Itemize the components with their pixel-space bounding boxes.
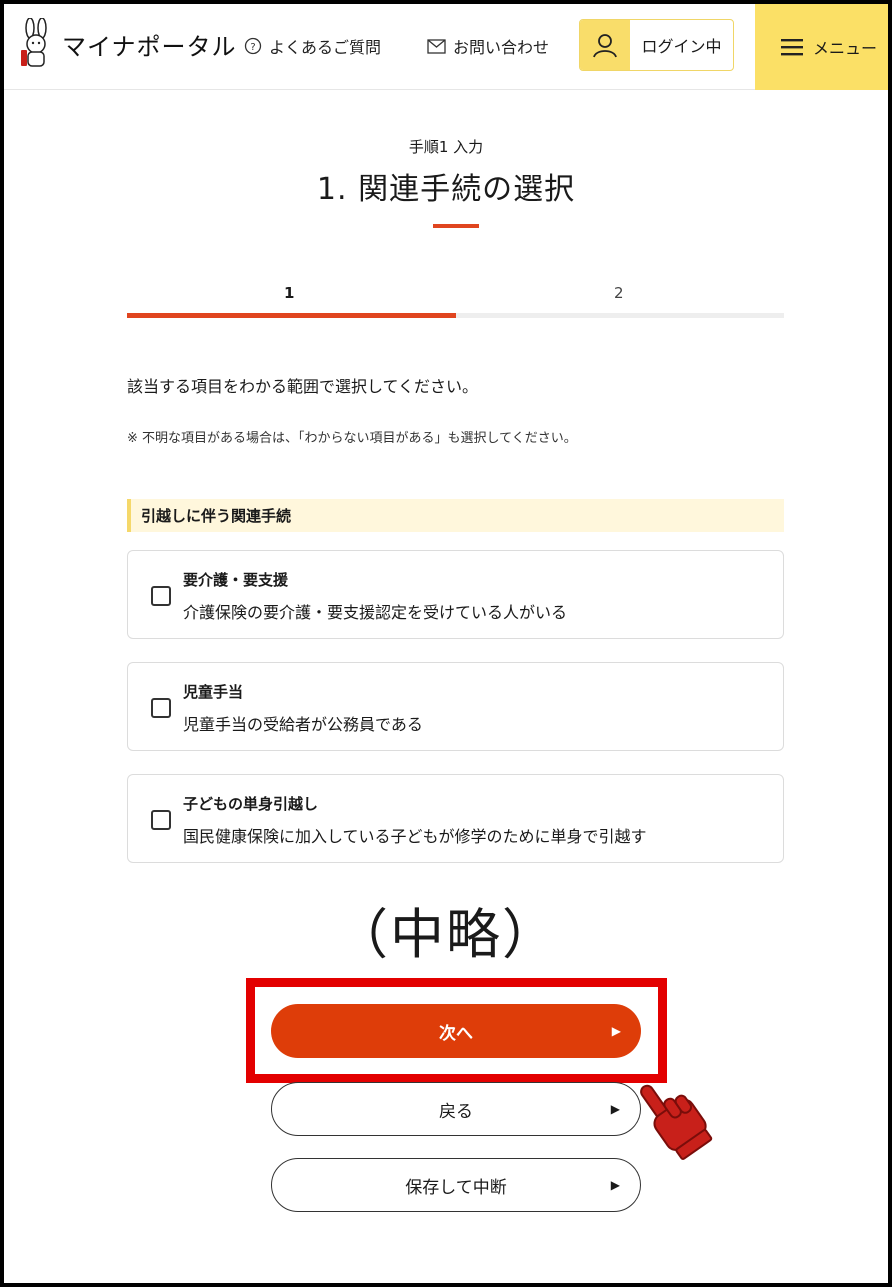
option-card-child-allowance[interactable]: 児童手当 児童手当の受給者が公務員である bbox=[127, 662, 784, 751]
login-label: ログイン中 bbox=[641, 37, 722, 56]
option-description: 介護保険の要介護・要支援認定を受けている人がいる bbox=[183, 603, 568, 622]
option-title: 子どもの単身引越し bbox=[183, 795, 319, 813]
user-icon-area bbox=[580, 20, 630, 70]
logo-text: マイナポータル bbox=[62, 32, 237, 61]
option-description: 国民健康保険に加入している子どもが修学のために単身で引越す bbox=[183, 827, 647, 846]
title-underline bbox=[433, 224, 479, 228]
triangle-right-icon: ▶ bbox=[610, 1102, 620, 1116]
option-card-care[interactable]: 要介護・要支援 介護保険の要介護・要支援認定を受けている人がいる bbox=[127, 550, 784, 639]
triangle-right-icon: ▶ bbox=[610, 1178, 620, 1192]
hamburger-icon bbox=[781, 39, 803, 56]
save-label: 保存して中断 bbox=[405, 1177, 507, 1198]
contact-link[interactable]: お問い合わせ bbox=[427, 34, 549, 58]
option-title: 要介護・要支援 bbox=[183, 571, 289, 589]
menu-button[interactable]: メニュー bbox=[755, 4, 888, 90]
step-indicator-1: 1 bbox=[284, 284, 295, 302]
checkbox[interactable] bbox=[151, 698, 171, 718]
step-indicator-2: 2 bbox=[614, 284, 624, 302]
back-label: 戻る bbox=[439, 1101, 473, 1122]
step-caption: 手順1 入力 bbox=[408, 138, 484, 156]
progress-track bbox=[127, 313, 784, 318]
svg-text:?: ? bbox=[250, 42, 255, 53]
section-heading: 引越しに伴う関連手続 bbox=[127, 499, 784, 532]
menu-label: メニュー bbox=[813, 39, 878, 58]
omitted-label: （中略） bbox=[334, 903, 558, 966]
progress-fill bbox=[127, 313, 456, 318]
checkbox[interactable] bbox=[151, 810, 171, 830]
mascot-rabbit-icon bbox=[21, 18, 47, 67]
page-title: 1. 関連手続の選択 bbox=[316, 172, 576, 207]
note-text: ※ 不明な項目がある場合は、「わからない項目がある」も選択してください。 bbox=[127, 431, 577, 446]
back-button[interactable]: 戻る ▶ bbox=[271, 1082, 641, 1136]
checkbox[interactable] bbox=[151, 586, 171, 606]
faq-link[interactable]: ? よくあるご質問 bbox=[244, 34, 381, 58]
login-status-button[interactable]: ログイン中 bbox=[579, 19, 734, 71]
mail-icon bbox=[427, 38, 446, 54]
option-card-child-move[interactable]: 子どもの単身引越し 国民健康保険に加入している子どもが修学のために単身で引越す bbox=[127, 774, 784, 863]
save-suspend-button[interactable]: 保存して中断 ▶ bbox=[271, 1158, 641, 1212]
question-circle-icon: ? bbox=[244, 37, 262, 55]
intro-text: 該当する項目をわかる範囲で選択してください。 bbox=[127, 377, 479, 396]
site-logo[interactable]: マイナポータル bbox=[18, 18, 237, 70]
option-description: 児童手当の受給者が公務員である bbox=[183, 715, 423, 734]
site-header: マイナポータル ? よくあるご質問 お問い合わせ ログイン中 メニュー bbox=[4, 4, 888, 90]
option-title: 児童手当 bbox=[183, 683, 244, 701]
user-icon bbox=[593, 34, 617, 58]
pointing-hand-icon bbox=[640, 1084, 713, 1160]
contact-label: お問い合わせ bbox=[453, 38, 550, 57]
faq-label: よくあるご質問 bbox=[269, 38, 382, 57]
highlight-frame bbox=[246, 978, 667, 1083]
